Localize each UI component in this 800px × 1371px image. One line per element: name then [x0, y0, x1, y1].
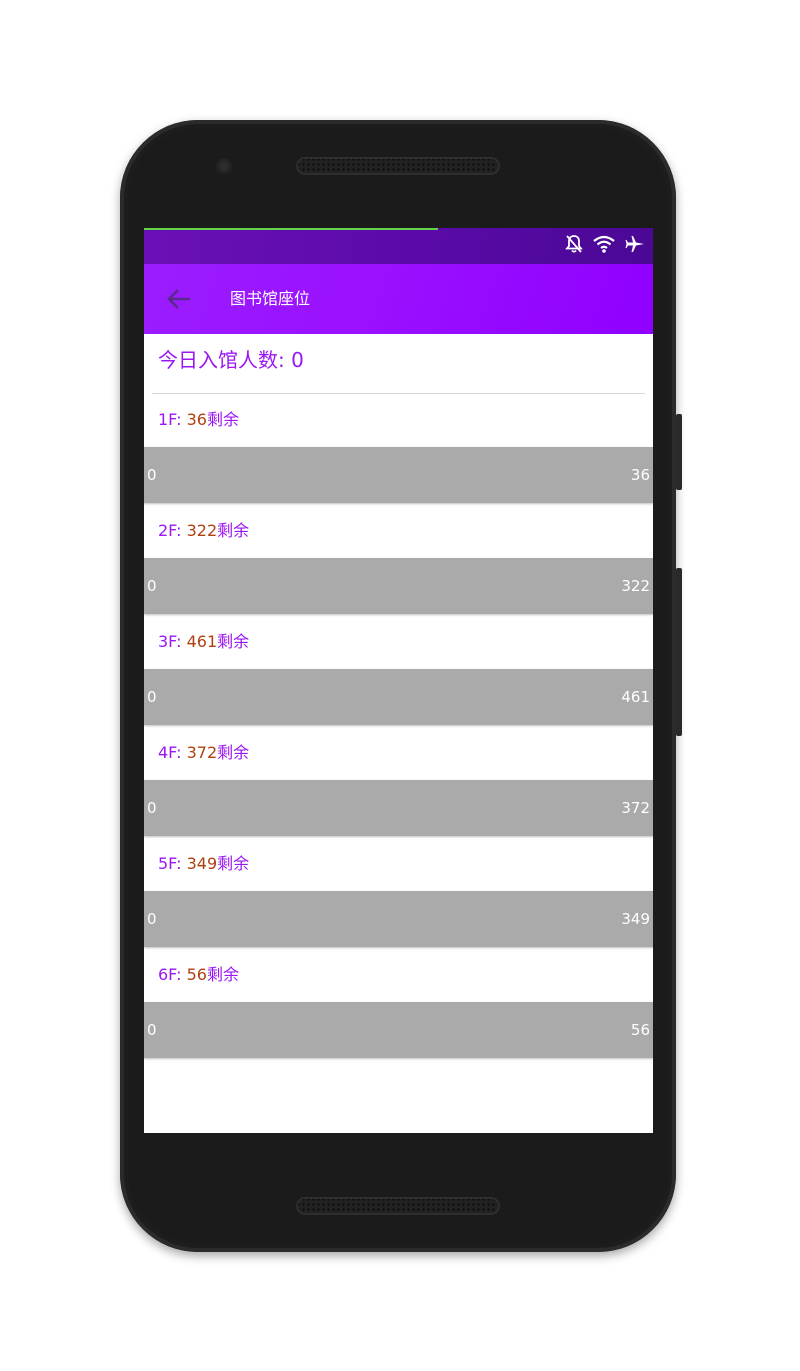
bar-max-value: 461 [621, 688, 650, 706]
bar-min-value: 0 [147, 910, 157, 928]
floor-name: 1F: [158, 410, 187, 429]
seat-bar-2f: 0 322 [144, 558, 653, 614]
remaining-count: 56 [186, 965, 207, 984]
floor-name: 4F: [158, 743, 187, 762]
bar-min-value: 0 [147, 688, 157, 706]
bar-min-value: 0 [147, 799, 157, 817]
bar-min-value: 0 [147, 1021, 157, 1039]
remaining-suffix: 剩余 [217, 632, 250, 651]
remaining-suffix: 剩余 [206, 965, 239, 984]
bar-max-value: 372 [621, 799, 650, 817]
floor-name: 6F: [158, 965, 187, 984]
app-toolbar: 图书馆座位 [144, 264, 653, 334]
bar-max-value: 36 [630, 466, 650, 484]
seat-bar-6f: 0 56 [144, 1002, 653, 1058]
status-icons [565, 234, 645, 258]
status-bar [144, 228, 653, 264]
divider [152, 393, 645, 394]
remaining-count: 349 [186, 854, 218, 873]
seat-bar-1f: 0 36 [144, 447, 653, 503]
arrow-back-icon[interactable] [166, 287, 192, 311]
power-button [676, 414, 682, 490]
floor-label-6f: 6F: 56剩余 [158, 965, 239, 985]
remaining-suffix: 剩余 [217, 854, 250, 873]
page-title: 图书馆座位 [230, 289, 311, 308]
app-screen: 图书馆座位 今日入馆人数: 0 1F: 36剩余 0 36 2F: 322剩余 … [144, 228, 653, 1133]
top-speaker [296, 157, 500, 175]
bottom-speaker [296, 1197, 500, 1215]
remaining-count: 372 [186, 743, 218, 762]
remaining-suffix: 剩余 [217, 521, 250, 540]
seat-bar-4f: 0 372 [144, 780, 653, 836]
seat-bar-3f: 0 461 [144, 669, 653, 725]
today-visitor-count: 今日入馆人数: 0 [158, 348, 304, 372]
remaining-suffix: 剩余 [217, 743, 250, 762]
bar-max-value: 56 [630, 1021, 650, 1039]
floor-label-3f: 3F: 461剩余 [158, 632, 249, 652]
floor-name: 3F: [158, 632, 187, 651]
volume-button [676, 568, 682, 736]
floor-name: 2F: [158, 521, 187, 540]
floor-name: 5F: [158, 854, 187, 873]
wifi-icon [593, 235, 615, 257]
floor-label-1f: 1F: 36剩余 [158, 410, 239, 430]
remaining-suffix: 剩余 [206, 410, 239, 429]
remaining-count: 36 [186, 410, 207, 429]
floor-label-4f: 4F: 372剩余 [158, 743, 249, 763]
loading-line [144, 228, 438, 230]
front-camera [216, 158, 232, 174]
floor-label-5f: 5F: 349剩余 [158, 854, 249, 874]
notifications-off-icon [565, 234, 583, 258]
bar-max-value: 349 [621, 910, 650, 928]
airplane-icon [625, 235, 645, 257]
remaining-count: 322 [186, 521, 218, 540]
bar-min-value: 0 [147, 466, 157, 484]
bar-min-value: 0 [147, 577, 157, 595]
floor-label-2f: 2F: 322剩余 [158, 521, 249, 541]
bar-max-value: 322 [621, 577, 650, 595]
remaining-count: 461 [186, 632, 218, 651]
seat-bar-5f: 0 349 [144, 891, 653, 947]
